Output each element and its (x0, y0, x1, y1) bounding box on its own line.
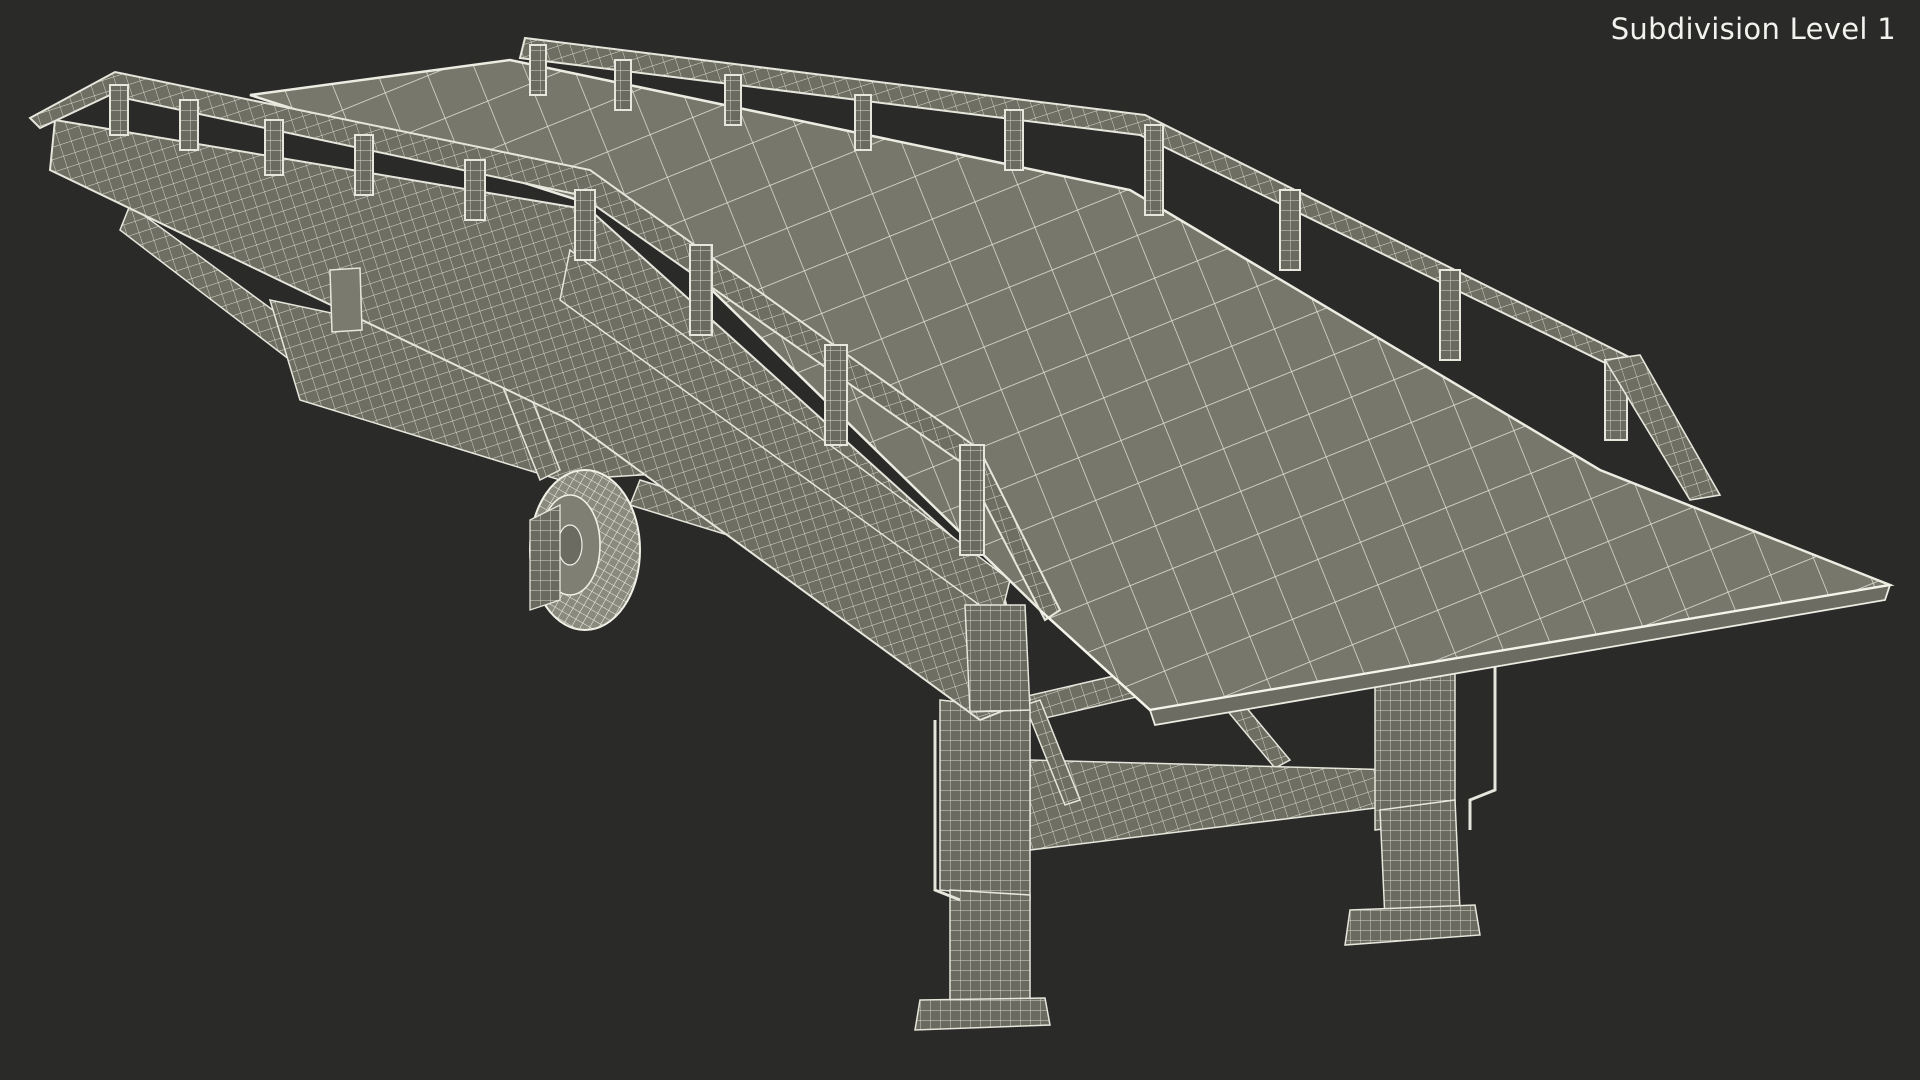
wheel (529, 469, 641, 631)
render-viewport: Subdivision Level 1 (0, 0, 1920, 1080)
subdivision-level-label: Subdivision Level 1 (1610, 12, 1896, 46)
yard-ramp-wireframe-render (28, 36, 1895, 1031)
